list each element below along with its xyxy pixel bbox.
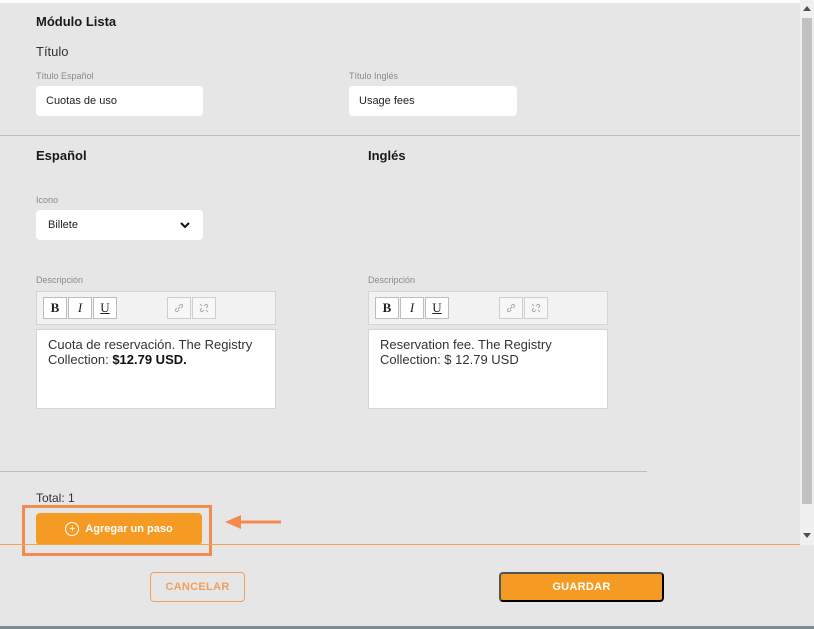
- titulo-en-input[interactable]: [349, 86, 517, 116]
- unlink-icon: [199, 303, 209, 313]
- top-border: [0, 0, 814, 3]
- save-button[interactable]: GUARDAR: [499, 572, 664, 602]
- underline-button[interactable]: U: [425, 297, 449, 319]
- desc-en-label: Descripción: [368, 275, 416, 285]
- link-icon: [174, 303, 184, 313]
- unlink-icon: [531, 303, 541, 313]
- icon-select-value: Billete: [48, 219, 78, 231]
- scroll-up-icon[interactable]: [803, 6, 811, 11]
- module-title: Módulo Lista: [36, 14, 117, 29]
- cancel-button[interactable]: CANCELAR: [150, 572, 245, 602]
- link-button[interactable]: [499, 297, 523, 319]
- titulo-en-label: Título Inglés: [349, 71, 399, 81]
- plus-circle-icon: +: [65, 522, 80, 536]
- english-heading: Inglés: [368, 148, 406, 163]
- desc-en-toolbar: B I U: [368, 291, 608, 325]
- arrow-left-icon: [225, 515, 281, 529]
- italic-button[interactable]: I: [400, 297, 424, 319]
- section-divider: [0, 135, 800, 136]
- bold-button[interactable]: B: [375, 297, 399, 319]
- add-step-label: Agregar un paso: [85, 523, 173, 535]
- footer-divider: [0, 544, 814, 545]
- desc-es-editor[interactable]: Cuota de reservación. The Registry Colle…: [36, 329, 276, 409]
- desc-es-label: Descripción: [36, 275, 84, 285]
- icon-select[interactable]: Billete: [36, 210, 203, 240]
- link-button[interactable]: [167, 297, 191, 319]
- steps-total: Total: 1: [36, 491, 75, 505]
- scroll-down-icon[interactable]: [803, 533, 811, 538]
- desc-es-bold-text: $12.79 USD.: [112, 352, 187, 367]
- spanish-heading: Español: [36, 148, 87, 163]
- bold-button[interactable]: B: [43, 297, 67, 319]
- underline-button[interactable]: U: [93, 297, 117, 319]
- titulo-es-label: Título Español: [36, 71, 94, 81]
- titulo-es-input[interactable]: [36, 86, 203, 116]
- unlink-button[interactable]: [192, 297, 216, 319]
- desc-en-text: Reservation fee. The Registry Collection…: [380, 337, 552, 367]
- steps-divider: [0, 471, 647, 472]
- add-step-button[interactable]: + Agregar un paso: [36, 513, 202, 545]
- desc-es-toolbar: B I U: [36, 291, 276, 325]
- desc-en-editor[interactable]: Reservation fee. The Registry Collection…: [368, 329, 608, 409]
- scrollbar-thumb[interactable]: [802, 18, 812, 504]
- unlink-button[interactable]: [524, 297, 548, 319]
- titulo-label: Título: [36, 44, 69, 59]
- icon-label: Icono: [36, 195, 59, 205]
- link-icon: [506, 303, 516, 313]
- chevron-down-icon: [180, 222, 190, 229]
- italic-button[interactable]: I: [68, 297, 92, 319]
